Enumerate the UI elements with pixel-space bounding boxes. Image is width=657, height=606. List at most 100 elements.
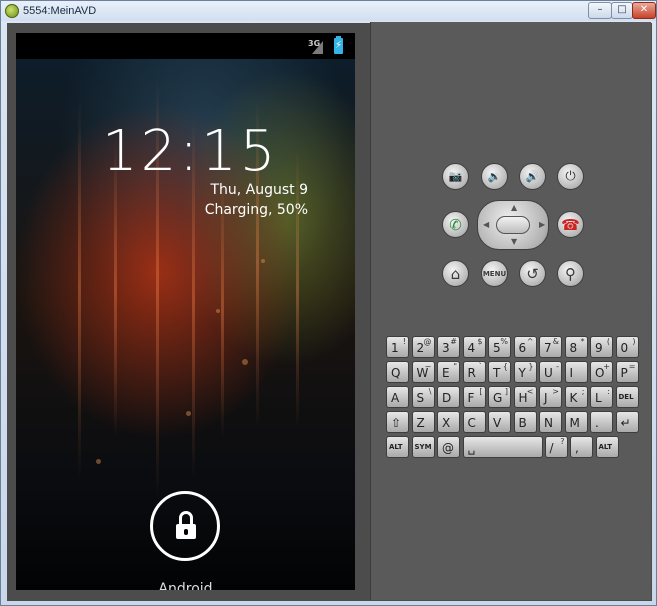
key-e[interactable]: E " (437, 361, 460, 383)
key-symbol[interactable]: , (570, 436, 593, 458)
alt-key[interactable]: ALT (386, 436, 409, 458)
home-button[interactable]: ⌂ (442, 260, 469, 287)
key-2[interactable]: 2 @ (411, 336, 435, 358)
key-5[interactable]: 5% (488, 336, 511, 358)
alt-key[interactable]: ALT (595, 436, 619, 458)
key-j[interactable]: J > (539, 386, 562, 408)
volume-down-button[interactable]: 🔉 (481, 163, 508, 190)
key-symbol[interactable]: . (590, 411, 613, 433)
lockscreen-clock: 12:15 (102, 119, 279, 184)
call-button[interactable]: ✆ (442, 211, 469, 238)
volume-up-button[interactable]: 🔊 (519, 163, 546, 190)
status-bar: 3G ⚡ (16, 33, 355, 59)
key-alt-label: " (453, 362, 457, 371)
key-b[interactable]: B (513, 411, 537, 433)
key-m[interactable]: M (564, 411, 588, 433)
key-label: Q (391, 366, 401, 380)
key-1[interactable]: 1! (386, 336, 409, 358)
key-label: 1 (391, 341, 399, 355)
shift-key[interactable]: ⇧ (386, 411, 409, 433)
key-d[interactable]: D (437, 386, 460, 408)
key-r[interactable]: R ` (462, 361, 486, 383)
close-button[interactable]: ✕ (632, 2, 656, 19)
power-button[interactable]: ⏻ (557, 163, 584, 190)
space-key[interactable]: ␣ (462, 436, 543, 458)
key-label: E (442, 366, 450, 380)
enter-key[interactable]: ↵ (615, 411, 639, 433)
key-c[interactable]: C (462, 411, 486, 433)
key-w[interactable]: W ~ (411, 361, 435, 383)
title-bar[interactable]: 5554:MeinAVD – □ ✕ (1, 1, 656, 21)
delete-key[interactable]: DEL (615, 386, 639, 408)
key-label: , (575, 441, 579, 455)
search-button[interactable]: ⚲ (557, 260, 584, 287)
key-alt-label: ~ (424, 362, 432, 371)
unlock-handle[interactable] (150, 491, 220, 561)
key-a[interactable]: A (386, 386, 409, 408)
maximize-button[interactable]: □ (611, 2, 633, 19)
key-label: 4 (467, 341, 476, 355)
key-l[interactable]: L: (590, 386, 613, 408)
key-symbol[interactable]: /? (544, 436, 568, 458)
key-label: T (493, 366, 501, 380)
key-4[interactable]: 4 $ (462, 336, 486, 358)
back-button[interactable]: ↺ (519, 260, 546, 287)
home-icon: ⌂ (450, 264, 461, 283)
key-8[interactable]: 8 * (564, 336, 588, 358)
key-h[interactable]: H < (513, 386, 537, 408)
key-label: U (544, 366, 553, 380)
key-7[interactable]: 7 & (539, 336, 562, 358)
key-label: M (569, 416, 580, 430)
key-o[interactable]: O + (590, 361, 613, 383)
menu-button[interactable]: MENU (481, 260, 508, 287)
key-g[interactable]: G] (488, 386, 511, 408)
key-label: 8 (569, 341, 578, 355)
key-k[interactable]: K; (564, 386, 588, 408)
key-alt-label: \ (428, 387, 432, 396)
key-v[interactable]: V (488, 411, 511, 433)
key-alt-label: = (628, 362, 636, 371)
key-t[interactable]: T{ (488, 361, 511, 383)
key-x[interactable]: X (437, 411, 460, 433)
device-screen[interactable]: 3G ⚡ 12:15 Thu, August 9 Charging, 50% A… (16, 33, 355, 590)
dpad-left-icon[interactable]: ◀ (483, 220, 489, 229)
hardware-controls-panel (371, 22, 651, 600)
minimize-button[interactable]: – (588, 2, 612, 19)
key-p[interactable]: P = (615, 361, 639, 383)
key-label: @ (442, 441, 454, 455)
dpad[interactable]: ▲ ▼ ◀ ▶ (477, 200, 549, 250)
key-9[interactable]: 9( (590, 336, 613, 358)
key-z[interactable]: Z (411, 411, 435, 433)
sym-key[interactable]: SYM (411, 436, 435, 458)
key-alt-label: ^ (526, 337, 534, 346)
key-u[interactable]: U- (539, 361, 562, 383)
key-alt-label: @ (423, 337, 432, 346)
key-s[interactable]: S \ (411, 386, 435, 408)
camera-icon: 📷 (448, 170, 463, 183)
key-6[interactable]: 6 ^ (513, 336, 537, 358)
key-label: SYM (414, 443, 432, 451)
key-alt-label: $ (477, 337, 483, 346)
key-i[interactable]: I (564, 361, 588, 383)
key-label: D (442, 391, 452, 405)
key-label: 6 (518, 341, 527, 355)
key-3[interactable]: 3 # (437, 336, 460, 358)
qwerty-keyboard: 1! 2 @3 #4 $5% 6 ^ 7 & 8 * 9(0) Q W ~ E " R ` T{Y} U - I O + P = A S… (386, 336, 641, 460)
key-q[interactable]: Q (386, 361, 409, 383)
key-label: 7 (544, 341, 552, 355)
dpad-up-icon[interactable]: ▲ (511, 203, 517, 212)
key-0[interactable]: 0) (615, 336, 639, 358)
key-label: B (518, 416, 527, 430)
camera-button[interactable]: 📷 (442, 163, 469, 190)
key-label: X (442, 416, 451, 430)
key-alt-label: + (603, 362, 610, 371)
dpad-down-icon[interactable]: ▼ (511, 237, 517, 246)
key-label: 0 (620, 341, 629, 355)
key-f[interactable]: F[ (462, 386, 486, 408)
dpad-right-icon[interactable]: ▶ (539, 220, 545, 229)
end-call-button[interactable]: ☎ (557, 211, 584, 238)
dpad-center-button[interactable] (496, 216, 530, 234)
key-y[interactable]: Y} (513, 361, 537, 383)
key-n[interactable]: N (539, 411, 562, 433)
key-symbol[interactable]: @ (437, 436, 460, 458)
